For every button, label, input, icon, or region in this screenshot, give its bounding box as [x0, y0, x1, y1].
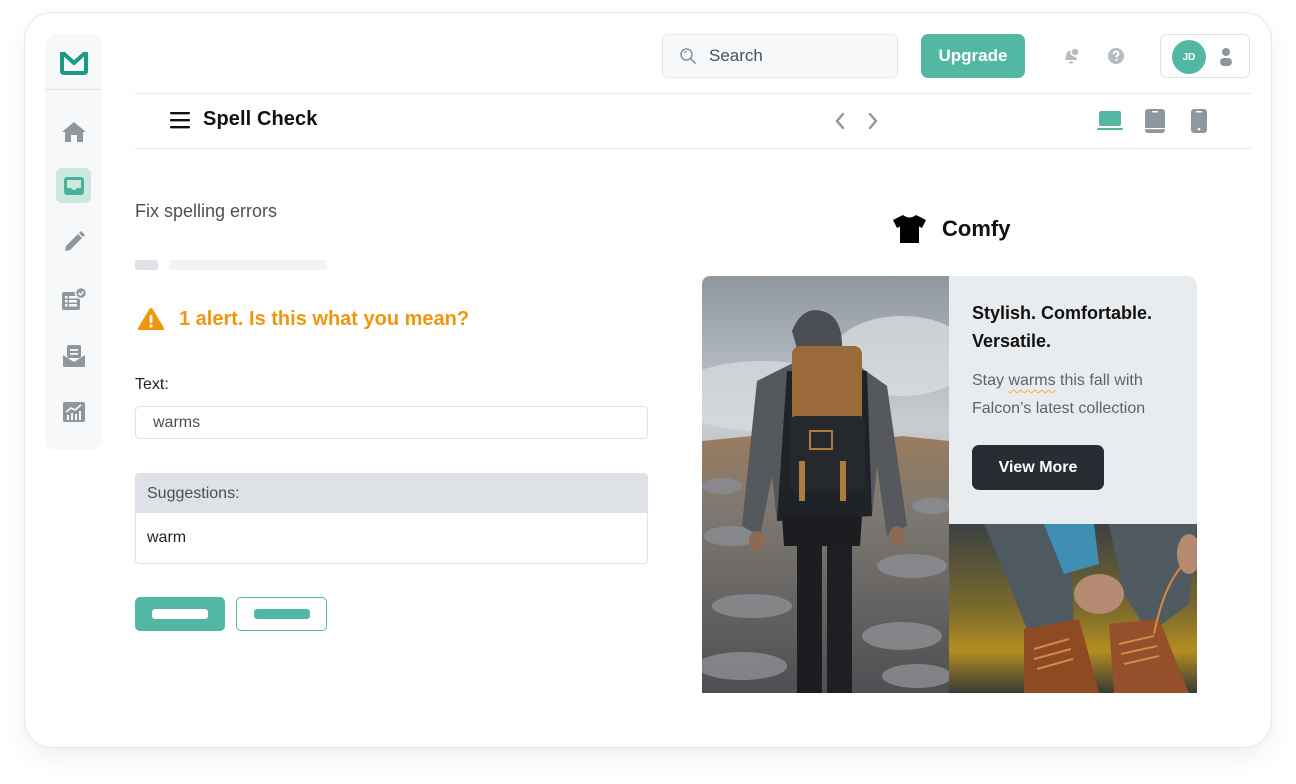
- help-button[interactable]: [1106, 46, 1126, 66]
- tablet-view-button[interactable]: [1144, 108, 1166, 134]
- sidebar-item-home[interactable]: [56, 114, 91, 149]
- back-button[interactable]: [833, 111, 847, 131]
- home-icon: [61, 121, 86, 142]
- sidebar-item-analytics[interactable]: [56, 394, 91, 429]
- divider: [135, 148, 1251, 149]
- user-menu[interactable]: JD: [1160, 34, 1250, 78]
- sidebar-item-mail[interactable]: [56, 338, 91, 373]
- suggestions-header: Suggestions:: [136, 474, 647, 513]
- ignore-button[interactable]: [236, 597, 327, 631]
- pencil-icon: [64, 230, 85, 251]
- mobile-icon: [1191, 109, 1207, 133]
- sidebar-item-edit[interactable]: [56, 224, 91, 259]
- logo[interactable]: [45, 34, 102, 89]
- boots-photo: [949, 524, 1197, 693]
- sidebar-item-inbox[interactable]: [56, 168, 91, 203]
- promo-body: Stay warms this fall with Falcon’s lates…: [972, 367, 1187, 423]
- inbox-icon: [63, 176, 84, 195]
- accept-button[interactable]: [135, 597, 225, 631]
- bell-icon: [1065, 47, 1080, 64]
- help-icon: [1108, 48, 1124, 64]
- suggestions-list: Suggestions: warm: [135, 473, 648, 564]
- hamburger-menu-icon[interactable]: [170, 111, 190, 129]
- checklist-icon: [61, 286, 87, 310]
- hero-image: [702, 276, 949, 693]
- misspelled-word[interactable]: warms: [1008, 372, 1055, 389]
- chart-icon: [62, 401, 85, 422]
- brand-name: Comfy: [942, 216, 1011, 241]
- desktop-view-button[interactable]: [1097, 108, 1123, 132]
- search-placeholder: Search: [709, 46, 763, 65]
- spelling-alert: 1 alert. Is this what you mean?: [137, 307, 469, 331]
- mail-check-icon: [59, 51, 88, 75]
- alert-text: 1 alert. Is this what you mean?: [179, 307, 470, 330]
- divider: [45, 89, 102, 90]
- suggestion-item[interactable]: warm: [136, 513, 647, 563]
- view-more-button[interactable]: View More: [972, 445, 1104, 490]
- page-title: Spell Check: [203, 108, 318, 130]
- text-input[interactable]: [135, 406, 648, 439]
- user-icon: [1220, 48, 1232, 66]
- sidebar-item-tasks[interactable]: [56, 281, 91, 316]
- upgrade-button[interactable]: Upgrade: [921, 34, 1025, 78]
- secondary-image: [949, 524, 1197, 693]
- mail-open-icon: [62, 344, 85, 367]
- hiker-photo: [702, 276, 949, 693]
- sidebar: [45, 34, 102, 450]
- promo-body-text: Stay: [972, 372, 1009, 389]
- tablet-icon: [1145, 109, 1165, 133]
- divider: [135, 93, 1251, 94]
- laptop-icon: [1097, 111, 1123, 130]
- forward-button[interactable]: [866, 111, 880, 131]
- mobile-view-button[interactable]: [1190, 108, 1208, 134]
- search-icon: [680, 48, 696, 64]
- chevron-left-icon: [835, 112, 845, 130]
- tshirt-icon: [893, 215, 926, 243]
- promo-card: Stylish. Comfortable. Versatile. Stay wa…: [949, 276, 1197, 524]
- brand-header: Comfy: [892, 214, 1010, 244]
- warning-icon: [137, 308, 165, 330]
- text-label: Text:: [135, 376, 169, 393]
- notifications-button[interactable]: [1062, 46, 1082, 66]
- search-input[interactable]: Search: [662, 34, 898, 78]
- button-label-placeholder: [152, 609, 208, 619]
- chevron-right-icon: [868, 112, 878, 130]
- section-title: Fix spelling errors: [135, 201, 278, 221]
- placeholder-bar: [135, 260, 158, 270]
- placeholder-bar: [169, 260, 327, 270]
- avatar[interactable]: JD: [1172, 40, 1206, 74]
- button-label-placeholder: [253, 609, 310, 619]
- promo-headline: Stylish. Comfortable. Versatile.: [972, 303, 1153, 351]
